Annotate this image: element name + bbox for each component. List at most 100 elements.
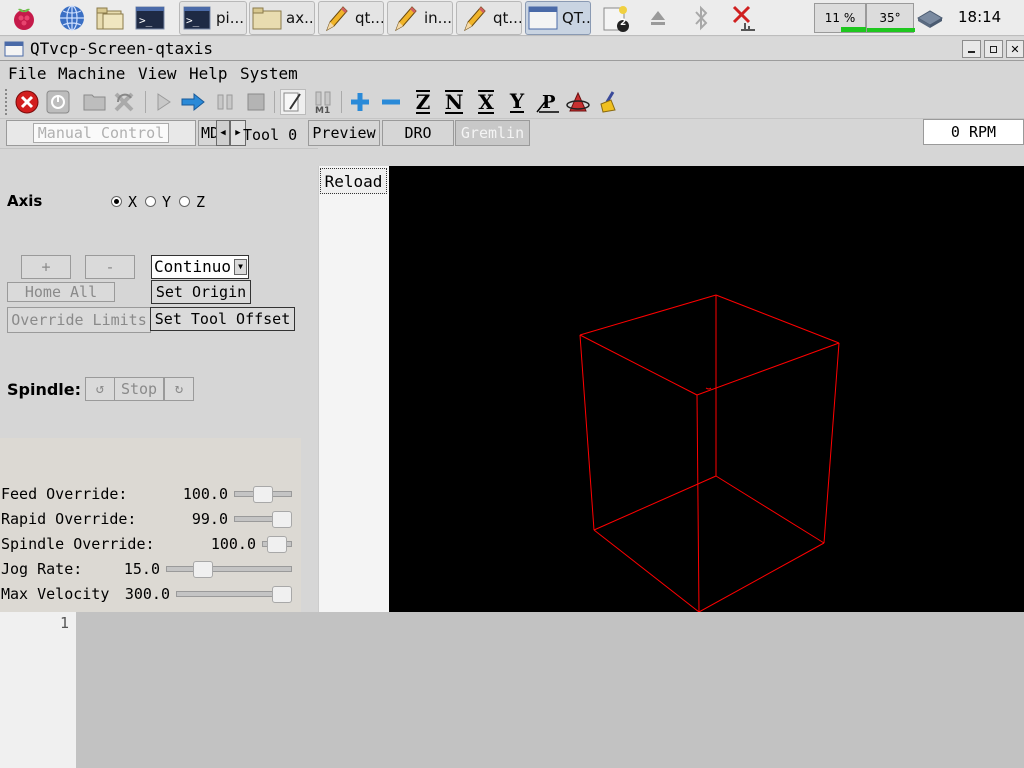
- menu-system[interactable]: System: [240, 64, 298, 83]
- view-x-button[interactable]: X: [473, 89, 499, 115]
- taskbar-window-terminal[interactable]: >_ pi...: [179, 1, 247, 35]
- network-disconnected-icon[interactable]: [729, 3, 759, 33]
- optional-stop-toggle[interactable]: M1: [311, 89, 337, 115]
- override-value: 100.0: [182, 485, 228, 503]
- tab-scroll-left-button[interactable]: ◀: [216, 120, 230, 146]
- tool-number: Tool 0: [243, 126, 298, 144]
- terminal-icon[interactable]: >_: [135, 3, 165, 33]
- taskbar-window-qtvcp[interactable]: QT...: [525, 1, 591, 35]
- zoom-in-button[interactable]: [347, 89, 373, 115]
- folder-icon: [252, 3, 282, 33]
- gcode-gutter: 1: [0, 612, 76, 768]
- jog-minus-button[interactable]: -: [85, 255, 135, 279]
- open-folder-icon: [83, 94, 106, 111]
- maximize-button[interactable]: [984, 40, 1003, 58]
- jog-plus-button[interactable]: +: [21, 255, 71, 279]
- taskbar-window-editor-2[interactable]: in...: [387, 1, 453, 35]
- pencil-icon: [321, 3, 351, 33]
- pause-button[interactable]: [212, 89, 238, 115]
- view-y-button[interactable]: Y: [504, 89, 530, 115]
- override-label: Spindle Override:: [1, 535, 155, 553]
- menu-machine[interactable]: Machine: [58, 64, 125, 83]
- override-slider-handle[interactable]: [272, 511, 292, 528]
- axis-x-label: X: [128, 193, 138, 211]
- axis-y-radio[interactable]: [145, 196, 156, 207]
- box-edge: [593, 529, 700, 613]
- machine-boundary-box: [579, 294, 840, 613]
- eject-icon[interactable]: [643, 3, 673, 33]
- override-slider[interactable]: [166, 566, 292, 572]
- override-slider-handle[interactable]: [272, 586, 292, 603]
- menu-file[interactable]: File: [8, 64, 47, 83]
- estop-button[interactable]: [14, 89, 40, 115]
- window-icon: [4, 41, 24, 61]
- taskbar-window-label: ax...: [286, 9, 314, 27]
- view-z-icon: Z: [415, 90, 431, 114]
- tab-dro[interactable]: DRO: [382, 120, 454, 146]
- cpu-usage-value: 11 %: [824, 11, 856, 25]
- reload-file-button[interactable]: [112, 89, 138, 115]
- taskbar-window-folder[interactable]: ax...: [249, 1, 315, 35]
- toolbar-grip[interactable]: [5, 89, 9, 115]
- override-value: 15.0: [123, 560, 160, 578]
- window-titlebar[interactable]: QTvcp-Screen-qtaxis ✕: [0, 37, 1024, 61]
- taskbar: >_ >_ pi... ax... qt... in... qt... QT..…: [0, 0, 1024, 36]
- perspective-icon: P: [536, 92, 559, 113]
- open-file-button[interactable]: [82, 89, 108, 115]
- jog-increment-select[interactable]: Continuo ▼: [151, 255, 249, 279]
- storage-icon[interactable]: [915, 3, 945, 33]
- web-browser-icon[interactable]: [57, 3, 87, 33]
- window-title: QTvcp-Screen-qtaxis: [30, 39, 214, 58]
- spindle-stop-button[interactable]: Stop: [114, 377, 164, 401]
- spindle-reverse-button[interactable]: ↺: [85, 377, 115, 401]
- spindle-forward-button[interactable]: ↻: [164, 377, 194, 401]
- rotate-view-button[interactable]: [565, 89, 591, 115]
- override-limits-button[interactable]: Override Limits: [7, 307, 151, 333]
- home-all-button[interactable]: Home All: [7, 282, 115, 302]
- taskbar-window-editor-3[interactable]: qt...: [456, 1, 522, 35]
- bluetooth-icon[interactable]: [686, 3, 716, 33]
- raspberry-menu-icon[interactable]: [9, 3, 39, 33]
- set-tool-offset-button[interactable]: Set Tool Offset: [150, 307, 295, 331]
- run-button[interactable]: [150, 89, 176, 115]
- override-slider-handle[interactable]: [193, 561, 213, 578]
- taskbar-window-editor-1[interactable]: qt...: [318, 1, 384, 35]
- notification-icon[interactable]: 2: [601, 3, 631, 33]
- axis-x-radio[interactable]: [111, 196, 122, 207]
- minimize-button[interactable]: [962, 40, 981, 58]
- block-delete-toggle[interactable]: [280, 89, 306, 115]
- stop-button[interactable]: [243, 89, 269, 115]
- clear-plot-button[interactable]: [597, 89, 623, 115]
- file-manager-icon[interactable]: [95, 3, 125, 33]
- spindle-label: Spindle:: [7, 380, 82, 399]
- box-edge: [715, 475, 825, 544]
- override-slider-handle[interactable]: [267, 536, 287, 553]
- tab-gremlin[interactable]: Gremlin: [455, 120, 530, 146]
- toolbar-separator: [274, 91, 275, 113]
- view-z-button[interactable]: Z: [410, 89, 436, 115]
- gremlin-preview-canvas[interactable]: [389, 166, 1024, 613]
- close-window-button[interactable]: ✕: [1006, 40, 1024, 58]
- taskbar-window-label: in...: [424, 9, 452, 27]
- svg-text:>_: >_: [139, 14, 153, 27]
- box-edge: [579, 334, 698, 396]
- chevron-down-icon: ▼: [234, 259, 247, 275]
- broom-icon: [600, 91, 616, 113]
- menu-help[interactable]: Help: [189, 64, 228, 83]
- zoom-out-button[interactable]: [378, 89, 404, 115]
- gcode-editor[interactable]: [76, 612, 1024, 768]
- reload-button[interactable]: Reload: [320, 168, 387, 194]
- view-z2-button[interactable]: N: [441, 89, 467, 115]
- rotate-cw-icon: ↻: [174, 381, 184, 397]
- set-origin-button[interactable]: Set Origin: [151, 280, 251, 304]
- toolbar-separator: [145, 91, 146, 113]
- machine-power-button[interactable]: [45, 89, 71, 115]
- menu-view[interactable]: View: [138, 64, 177, 83]
- view-p-button[interactable]: P: [535, 89, 561, 115]
- rotate-ccw-icon: ↺: [95, 381, 105, 397]
- axis-z-radio[interactable]: [179, 196, 190, 207]
- tab-preview[interactable]: Preview: [308, 120, 380, 146]
- step-button[interactable]: [180, 89, 206, 115]
- tab-manual-control[interactable]: Manual Control: [6, 120, 196, 146]
- override-slider-handle[interactable]: [253, 486, 273, 503]
